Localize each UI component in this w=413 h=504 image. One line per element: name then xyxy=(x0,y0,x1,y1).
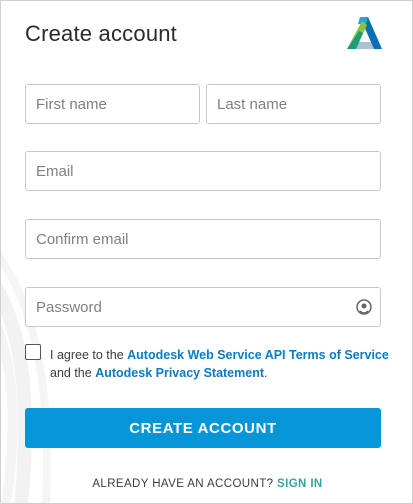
create-account-button[interactable]: CREATE ACCOUNT xyxy=(25,408,381,448)
autodesk-logo-icon xyxy=(347,17,382,49)
terms-prefix: I agree to the xyxy=(50,348,128,362)
last-name-input[interactable] xyxy=(207,85,380,123)
terms-middle: and the xyxy=(50,366,96,380)
signin-link[interactable]: SIGN IN xyxy=(277,478,323,490)
page-title: Create account xyxy=(25,21,177,46)
password-field[interactable] xyxy=(25,287,381,327)
first-name-field[interactable] xyxy=(25,84,200,124)
email-input[interactable] xyxy=(26,152,380,190)
terms-of-service-link[interactable]: Autodesk Web Service API Terms of Servic… xyxy=(127,348,389,362)
terms-suffix: . xyxy=(264,366,268,380)
confirm-email-field[interactable] xyxy=(25,219,381,259)
signin-prompt: ALREADY HAVE AN ACCOUNT? SIGN IN xyxy=(1,478,412,490)
email-field[interactable] xyxy=(25,151,381,191)
last-name-field[interactable] xyxy=(206,84,381,124)
confirm-email-input[interactable] xyxy=(26,220,380,258)
create-account-dialog: Create account I agree to the Autodesk W… xyxy=(0,0,413,504)
terms-checkbox[interactable] xyxy=(25,344,41,360)
privacy-statement-link[interactable]: Autodesk Privacy Statement xyxy=(95,366,264,380)
terms-text: I agree to the Autodesk Web Service API … xyxy=(50,346,390,382)
password-input[interactable] xyxy=(26,288,380,326)
first-name-input[interactable] xyxy=(26,85,199,123)
eye-icon[interactable] xyxy=(355,298,373,316)
signin-prompt-text: ALREADY HAVE AN ACCOUNT? xyxy=(92,478,278,490)
